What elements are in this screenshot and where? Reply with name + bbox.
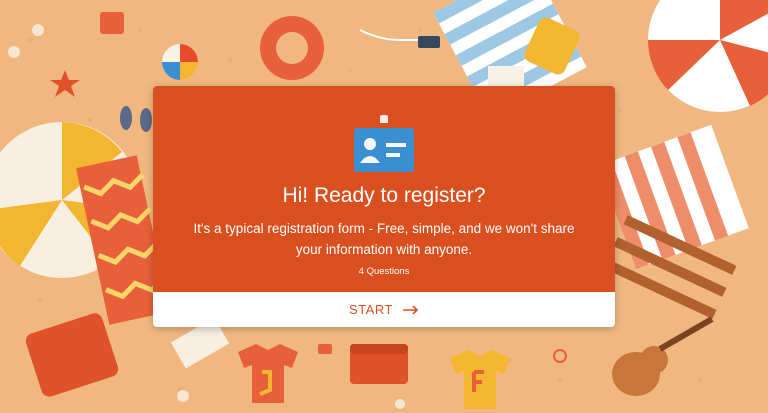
question-count: 4 Questions <box>358 266 410 277</box>
intro-panel: Hi! Ready to register? It's a typical re… <box>153 86 615 292</box>
arrow-right-icon <box>402 304 419 315</box>
id-card-icon <box>354 115 414 172</box>
start-button[interactable]: START <box>153 292 615 327</box>
registration-intro-card: Hi! Ready to register? It's a typical re… <box>153 86 615 327</box>
start-button-label: START <box>349 302 393 317</box>
page-title: Hi! Ready to register? <box>282 184 486 207</box>
form-description: It's a typical registration form - Free,… <box>193 221 575 257</box>
